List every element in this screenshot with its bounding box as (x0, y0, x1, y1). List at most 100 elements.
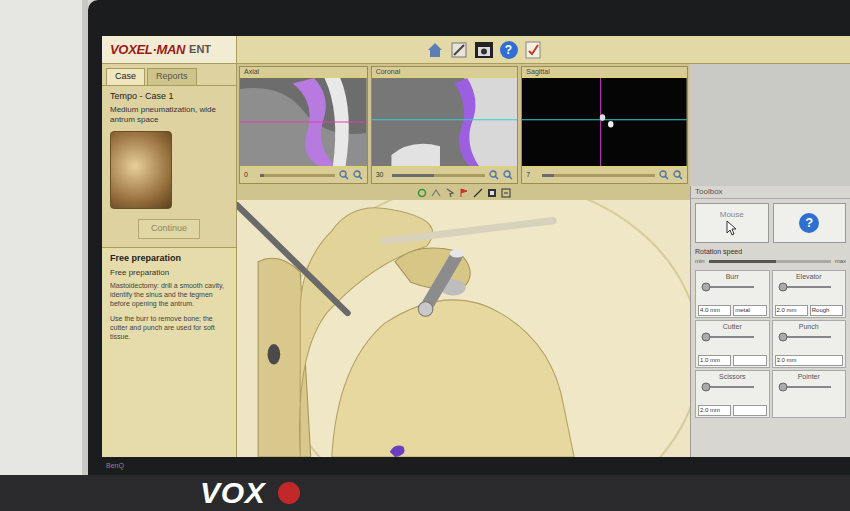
tool-icon (698, 381, 767, 393)
tab[interactable]: Case (106, 68, 145, 85)
mouse-row: Mouse? (691, 199, 850, 247)
rotation-slider-row: min max (695, 257, 846, 266)
tool-grid: Burr 4.0 mmmetal Elevator2.0 mmRoughCutter… (691, 266, 850, 422)
tool-dropdown[interactable] (733, 405, 766, 416)
export-icon[interactable] (501, 188, 511, 198)
stand-logo: VOX (200, 478, 266, 508)
tool-icon (775, 331, 844, 343)
tool-dropdown[interactable]: metal (733, 305, 766, 316)
rotation-max: max (835, 257, 846, 266)
tool-dropdown[interactable]: Rough (810, 305, 843, 316)
rotation-min: min (695, 257, 705, 266)
tool-dropdown[interactable] (733, 355, 766, 366)
tool-label: Pointer (775, 372, 844, 381)
tool-dropdown[interactable]: 1.0 mm (698, 355, 731, 366)
lower-area: ToolboxMouse?Rotation speedminmaxBurr4.0… (237, 186, 850, 457)
tool-label: Scissors (698, 372, 767, 381)
slice-slider-fill (260, 174, 264, 177)
measure-icon[interactable] (473, 188, 483, 198)
slice-label: Coronal (372, 67, 518, 77)
slice-slider-row: 0 (240, 167, 367, 183)
toolbar: ? (237, 41, 850, 59)
tool-icon (698, 331, 767, 343)
tool-label: Burr (698, 272, 767, 281)
zoom-out-icon[interactable] (353, 170, 363, 180)
zoom-in-icon[interactable] (659, 170, 669, 180)
tools-icon[interactable] (450, 41, 468, 59)
tool-dropdown[interactable]: 2.0 mm (698, 405, 731, 416)
slice-value: 0 (244, 170, 256, 181)
rotation-label: Rotation speed (695, 247, 846, 256)
brand-label: BenQ (106, 461, 124, 472)
slice-slider[interactable] (392, 174, 486, 177)
help-box: ? (773, 203, 847, 243)
zoom-out-icon[interactable] (673, 170, 683, 180)
tool-options: 2.0 mm (698, 405, 767, 416)
slice-label: Sagittal (522, 67, 687, 77)
tool-options: 2.0 mmRough (775, 305, 844, 316)
cursor-icon (726, 220, 738, 236)
tool-icon (775, 381, 844, 393)
pointer-icon[interactable] (445, 188, 455, 198)
slice-image[interactable] (240, 77, 367, 167)
tool-panel-title: Toolbox (691, 186, 850, 199)
rotate-icon[interactable] (431, 188, 441, 198)
slice-slider-fill (392, 174, 434, 177)
slice-row: Axial0Coronal30Sagittal7 (237, 64, 850, 186)
slice-slider[interactable] (260, 174, 335, 177)
slice-image[interactable] (522, 77, 687, 167)
case-description: Medium pneumatization, wide antrum space (110, 105, 228, 125)
camera-icon[interactable] (474, 41, 494, 59)
workspace: CaseReportsTempo - Case 1Medium pneumati… (102, 64, 850, 457)
tool-dropdown[interactable]: 4.0 mm (698, 305, 731, 316)
red-ball-icon (278, 482, 300, 504)
grid-icon[interactable] (487, 188, 497, 198)
slice-slider-row: 30 (372, 167, 518, 183)
tool-icon (698, 281, 767, 293)
wall (0, 0, 88, 475)
reset-icon[interactable] (417, 188, 427, 198)
zoom-out-icon[interactable] (503, 170, 513, 180)
slice-slider[interactable] (542, 174, 655, 177)
tool-card[interactable]: Burr 4.0 mmmetal (695, 270, 770, 318)
case-title: Tempo - Case 1 (110, 90, 228, 104)
monitor: VOXEL·MANENT?CaseReportsTempo - Case 1Me… (88, 0, 850, 475)
slice-views: Axial0Coronal30Sagittal7 (237, 64, 690, 186)
task-subtitle: Free preparation (110, 267, 228, 279)
slice-view: Coronal 30 (371, 66, 519, 184)
zoom-in-icon[interactable] (489, 170, 499, 180)
slice-slider-fill (542, 174, 553, 177)
flag-icon[interactable] (459, 188, 469, 198)
tool-card[interactable]: Punch 3.0 mm (772, 320, 847, 368)
view-3d[interactable] (237, 200, 690, 457)
tool-options: 4.0 mmmetal (698, 305, 767, 316)
rotation-slider-fill (709, 260, 776, 263)
logo: VOXEL·MANENT (102, 36, 237, 63)
tool-label: Punch (775, 322, 844, 331)
rotation-speed: Rotation speedmin max (691, 247, 850, 266)
case-info: Tempo - Case 1Medium pneumatization, wid… (102, 86, 236, 239)
tool-icon (775, 281, 844, 293)
tool-panel: ToolboxMouse?Rotation speedminmaxBurr4.0… (690, 186, 850, 457)
help-button[interactable]: ? (799, 213, 819, 233)
mouse-button[interactable]: Mouse (695, 203, 769, 243)
zoom-in-icon[interactable] (339, 170, 349, 180)
slice-slider-row: 7 (522, 167, 687, 183)
tool-card[interactable]: Scissors 2.0 mm (695, 370, 770, 418)
tab[interactable]: Reports (147, 68, 197, 85)
tool-options: 1.0 mm (698, 355, 767, 366)
tool-dropdown[interactable]: 3.0 mm (775, 355, 844, 366)
notes-icon[interactable] (524, 41, 542, 59)
continue-button[interactable]: Continue (138, 219, 200, 239)
tool-card[interactable]: Pointer (772, 370, 847, 418)
slice-value: 7 (526, 170, 538, 181)
rotation-slider[interactable] (709, 260, 831, 263)
help-button[interactable]: ? (500, 41, 518, 59)
top-bar: VOXEL·MANENT? (102, 36, 850, 64)
tool-dropdown[interactable]: 2.0 mm (775, 305, 808, 316)
slice-image[interactable] (372, 77, 518, 167)
tool-card[interactable]: Cutter1.0 mm (695, 320, 770, 368)
home-icon[interactable] (426, 41, 444, 59)
tab-bar: CaseReports (102, 64, 236, 86)
tool-card[interactable]: Elevator2.0 mmRough (772, 270, 847, 318)
